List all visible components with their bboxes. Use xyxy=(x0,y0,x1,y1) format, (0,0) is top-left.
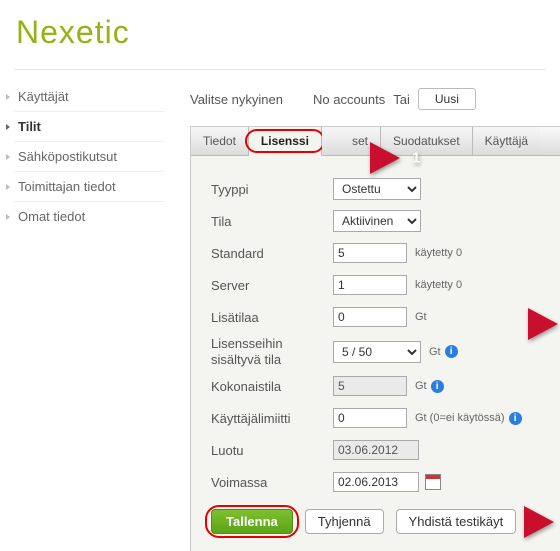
label-total: Kokonaistila xyxy=(211,379,333,394)
sidebar-item-label: Tilit xyxy=(18,119,41,134)
brand-logo: Nexetic xyxy=(0,0,560,69)
label-type: Tyyppi xyxy=(211,182,333,197)
server-input[interactable] xyxy=(333,275,407,295)
limit-unit: Gt (0=ei käytössä) xyxy=(415,412,505,424)
created-input xyxy=(333,440,419,460)
connect-button[interactable]: Yhdistä testikäyt xyxy=(396,509,517,534)
label-included: Lisensseihin sisältyvä tila xyxy=(211,336,333,367)
tab-users[interactable]: Käyttäjä xyxy=(473,127,540,155)
info-icon[interactable]: i xyxy=(431,380,444,393)
sidebar-item-my-info[interactable]: Omat tiedot xyxy=(14,202,164,231)
tab-license[interactable]: Lisenssi xyxy=(249,127,322,156)
standard-used: käytetty 0 xyxy=(415,247,462,259)
divider xyxy=(14,69,546,70)
type-select[interactable]: Ostettu xyxy=(333,178,421,200)
save-button[interactable]: Tallenna xyxy=(211,509,293,534)
topbar-or: Tai xyxy=(393,92,410,107)
sidebar-item-label: Omat tiedot xyxy=(18,209,85,224)
label-limit: Käyttäjälimiitti xyxy=(211,411,333,426)
sidebar-item-accounts[interactable]: Tilit xyxy=(14,112,164,142)
label-extra: Lisätilaa xyxy=(211,310,333,325)
valid-input[interactable] xyxy=(333,472,419,492)
label-status: Tila xyxy=(211,214,333,229)
new-button[interactable]: Uusi xyxy=(418,88,476,110)
included-unit: Gt xyxy=(429,346,441,358)
info-icon[interactable]: i xyxy=(445,345,458,358)
tab-details[interactable]: Tiedot xyxy=(191,127,249,155)
topbar-prompt: Valitse nykyinen xyxy=(190,92,283,107)
calendar-icon[interactable] xyxy=(425,474,441,490)
total-input xyxy=(333,376,407,396)
form: Tyyppi Ostettu Tila Aktiivinen Standard … xyxy=(191,156,560,551)
included-select[interactable]: 5 / 50 xyxy=(333,341,421,363)
tab-label: Lisenssi xyxy=(261,134,309,148)
sidebar-item-label: Toimittajan tiedot xyxy=(18,179,116,194)
topbar: Valitse nykyinen No accounts Tai Uusi xyxy=(190,88,560,110)
total-unit: Gt xyxy=(415,380,427,392)
info-icon[interactable]: i xyxy=(509,412,522,425)
tab-filters[interactable]: Suodatukset xyxy=(381,127,473,155)
server-used: käytetty 0 xyxy=(415,279,462,291)
label-server: Server xyxy=(211,278,333,293)
topbar-noaccounts: No accounts xyxy=(313,92,385,107)
extra-unit: Gt xyxy=(415,311,427,323)
tab-set[interactable]: set xyxy=(322,127,381,155)
clear-button[interactable]: Tyhjennä xyxy=(305,509,384,534)
tab-label: Käyttäjä xyxy=(485,134,528,148)
status-select[interactable]: Aktiivinen xyxy=(333,210,421,232)
tab-label: set xyxy=(352,134,368,148)
sidebar-item-label: Käyttäjät xyxy=(18,89,69,104)
sidebar-item-label: Sähköpostikutsut xyxy=(18,149,117,164)
label-valid: Voimassa xyxy=(211,475,333,490)
tab-label: Tiedot xyxy=(203,134,236,148)
limit-input[interactable] xyxy=(333,408,407,428)
tab-label: Suodatukset xyxy=(393,134,460,148)
sidebar-item-users[interactable]: Käyttäjät xyxy=(14,82,164,112)
sidebar: Käyttäjät Tilit Sähköpostikutsut Toimitt… xyxy=(0,74,164,551)
sidebar-item-email-invites[interactable]: Sähköpostikutsut xyxy=(14,142,164,172)
panel: Tiedot Lisenssi set Suodatukset Käyttäjä… xyxy=(190,126,560,551)
label-standard: Standard xyxy=(211,246,333,261)
label-created: Luotu xyxy=(211,443,333,458)
extra-input[interactable] xyxy=(333,307,407,327)
standard-input[interactable] xyxy=(333,243,407,263)
tabs: Tiedot Lisenssi set Suodatukset Käyttäjä xyxy=(191,127,560,156)
sidebar-item-supplier-info[interactable]: Toimittajan tiedot xyxy=(14,172,164,202)
